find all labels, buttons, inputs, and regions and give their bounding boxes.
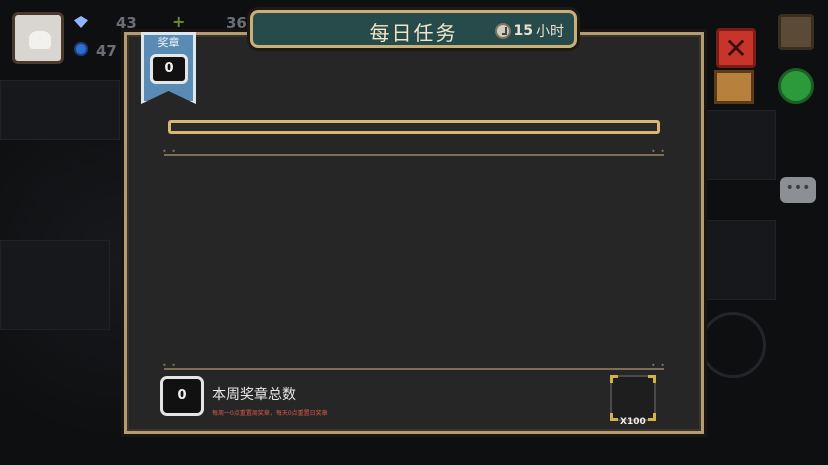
daily-task-panel (124, 32, 704, 434)
reset-timer: 15 小时 (494, 21, 564, 41)
title-bar: 每日任务 15 小时 (250, 10, 577, 48)
close-button[interactable]: ✕ (716, 28, 756, 68)
resource-count: 36 (226, 14, 247, 32)
divider (162, 147, 666, 157)
emote-button[interactable] (778, 68, 814, 104)
medal-label: 奖章 (157, 36, 180, 49)
floor-tile (706, 220, 776, 300)
slot-corner (610, 375, 618, 383)
coin-icon (74, 42, 88, 56)
coin-count: 47 (96, 42, 117, 60)
player-avatar[interactable] (12, 12, 64, 64)
reward-multiplier: X100 (620, 417, 646, 427)
slot-corner (648, 413, 656, 421)
clock-icon (494, 23, 511, 39)
chat-icon: ••• (785, 180, 811, 196)
map-button[interactable] (778, 14, 814, 50)
timer-value: 15 (513, 23, 533, 39)
floor-tile (0, 80, 120, 140)
medal-progress-bar (168, 120, 660, 134)
reset-note: 每周一0点重置周奖章，每天0点重置日奖章 (212, 410, 328, 417)
divider (162, 361, 666, 371)
joystick[interactable] (700, 312, 766, 378)
gem-count: 43 (116, 14, 137, 32)
floor-tile (706, 110, 776, 180)
close-icon: ✕ (724, 31, 748, 65)
medal-count: 0 (150, 54, 188, 84)
weekly-medal-title: 本周奖章总数 (212, 387, 296, 403)
plus-icon[interactable]: + (172, 12, 185, 31)
weekly-reward-slot[interactable] (610, 375, 656, 421)
weekly-medal-count: 0 (160, 376, 204, 416)
timer-unit: 小时 (536, 24, 564, 40)
slot-corner (648, 375, 656, 383)
chest-icon (714, 70, 754, 104)
floor-tile (0, 240, 110, 330)
chat-button[interactable]: ••• (780, 177, 816, 203)
slot-corner (610, 413, 618, 421)
